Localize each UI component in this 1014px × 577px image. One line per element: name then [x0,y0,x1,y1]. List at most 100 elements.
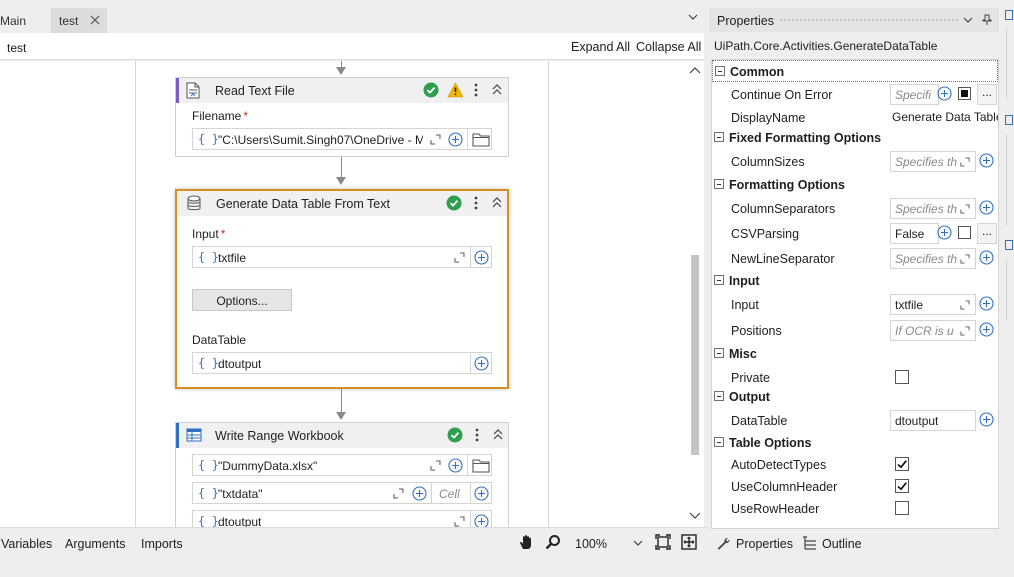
activity-generate-data-table[interactable]: Generate Data Table From Text Input * { }… [175,189,509,389]
property-value-input[interactable]: False [890,223,939,244]
input-field[interactable]: { } txtfile [192,246,492,268]
property-value-input[interactable]: Specifies th [890,198,976,219]
expand-editor-icon[interactable] [430,134,441,145]
data-manager-icon[interactable] [1005,10,1013,20]
variables-tab[interactable]: Variables [1,537,52,551]
workbook-path-input[interactable]: { } "DummyData.xlsx" [192,454,492,476]
expand-editor-icon[interactable] [960,157,970,167]
category-fixed-formatting-options[interactable]: Fixed Formatting Options [712,127,998,149]
plus-circle-icon[interactable] [979,296,994,311]
collapse-all-link[interactable]: Collapse All [636,40,701,54]
activity-header[interactable]: Write Range Workbook [176,423,508,448]
property-value-input[interactable]: Specifi [890,84,939,105]
checkbox[interactable] [958,226,971,239]
sheet-name-input[interactable]: { } "txtdata" Cell [192,482,492,504]
scrollbar-thumb[interactable] [691,255,699,455]
plus-circle-icon[interactable] [937,86,952,101]
test-explorer-icon[interactable] [1005,240,1013,250]
zoom-level[interactable]: 100% [575,537,607,551]
chevron-down-icon[interactable] [689,512,701,520]
category-misc[interactable]: Misc [712,343,998,365]
folder-icon[interactable] [472,458,490,473]
activity-read-text-file[interactable]: Read Text File Filename * { } "C:\Users\S… [175,77,509,157]
plus-circle-icon[interactable] [979,322,994,337]
collapse-toggle-icon[interactable] [714,179,724,189]
expand-editor-icon[interactable] [960,204,970,214]
property-value-input[interactable]: txtfile [890,294,976,315]
expand-editor-icon[interactable] [393,488,404,499]
more-options-button[interactable]: ... [977,223,997,244]
folder-icon[interactable] [472,132,490,147]
plus-circle-icon[interactable] [412,486,427,501]
arguments-tab[interactable]: Arguments [65,537,125,551]
plus-circle-icon[interactable] [979,200,994,215]
expand-editor-icon[interactable] [960,326,970,336]
expand-all-link[interactable]: Expand All [571,40,630,54]
category-input[interactable]: Input [712,270,998,292]
more-vertical-icon[interactable] [474,427,480,443]
collapse-toggle-icon[interactable] [714,348,724,358]
more-vertical-icon[interactable] [473,195,479,211]
activity-write-range-workbook[interactable]: Write Range Workbook { } "DummyData.xlsx… [175,422,509,527]
drag-grip[interactable] [779,18,959,23]
imports-tab[interactable]: Imports [141,537,183,551]
collapse-toggle-icon[interactable] [714,437,724,447]
collapse-toggle-icon[interactable] [715,66,725,76]
fit-to-screen-icon[interactable] [655,534,671,550]
filename-input[interactable]: { } "C:\Users\Sumit.Singh07\OneDrive - M [192,128,492,150]
datatable-field[interactable]: { } dtoutput [192,352,492,374]
plus-circle-icon[interactable] [448,132,463,147]
private-checkbox[interactable] [895,370,909,384]
pin-icon[interactable] [982,14,992,26]
category-common[interactable]: Common [712,60,998,82]
overview-map-icon[interactable] [681,534,697,550]
expand-editor-icon[interactable] [454,516,465,527]
options-button[interactable]: Options... [192,289,292,311]
category-table-options[interactable]: Table Options [712,432,998,454]
collapse-toggle-icon[interactable] [714,275,724,285]
datatable-input[interactable]: { } dtoutput [192,510,492,527]
checkbox[interactable] [958,87,971,100]
chevron-down-icon[interactable] [688,13,698,21]
category-formatting-options[interactable]: Formatting Options [712,174,998,196]
outline-tab[interactable]: Outline [822,537,862,551]
chevron-down-icon[interactable] [963,17,973,24]
cell-input[interactable]: Cell [439,487,460,501]
category-output[interactable]: Output [712,386,998,408]
expand-editor-icon[interactable] [454,252,465,263]
plus-circle-icon[interactable] [937,225,952,240]
collapse-icon[interactable] [491,196,503,210]
designer-canvas[interactable]: Read Text File Filename * { } "C:\Users\S… [0,61,704,527]
collapse-icon[interactable] [491,83,503,97]
activity-header[interactable]: Read Text File [176,78,508,103]
expand-editor-icon[interactable] [430,460,441,471]
plus-circle-icon[interactable] [474,250,489,265]
object-repository-icon[interactable] [1005,115,1013,125]
property-value-input[interactable]: Generate Data Table [892,110,998,124]
breadcrumb[interactable]: test [7,41,26,55]
use-row-header-checkbox[interactable] [895,501,909,515]
more-options-button[interactable]: ... [977,84,997,105]
property-value-input[interactable]: Specifies th [890,151,976,172]
more-vertical-icon[interactable] [473,82,479,98]
tab-test[interactable]: test [51,8,107,33]
plus-circle-icon[interactable] [474,356,489,371]
collapse-icon[interactable] [492,428,504,442]
properties-tab[interactable]: Properties [736,537,793,551]
collapse-toggle-icon[interactable] [714,132,724,142]
use-column-header-checkbox[interactable] [895,479,909,493]
property-value-input[interactable]: If OCR is u [890,320,976,341]
warning-icon[interactable] [447,82,464,98]
collapse-toggle-icon[interactable] [714,391,724,401]
hand-pan-icon[interactable] [518,534,535,551]
auto-detect-types-checkbox[interactable] [895,457,909,471]
tab-main[interactable]: Main [0,8,35,33]
chevron-down-icon[interactable] [633,540,643,547]
plus-circle-icon[interactable] [474,514,489,527]
chevron-up-icon[interactable] [689,66,701,74]
close-icon[interactable] [89,14,101,26]
property-value-input[interactable]: Specifies th [890,248,976,269]
plus-circle-icon[interactable] [979,412,994,427]
expand-editor-icon[interactable] [960,254,970,264]
expand-editor-icon[interactable] [960,300,970,310]
